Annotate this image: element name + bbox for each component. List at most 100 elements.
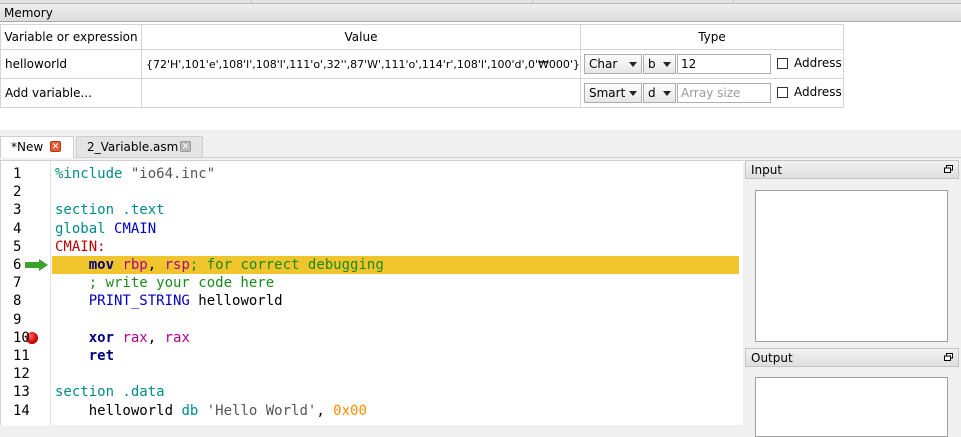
code-token: rax xyxy=(164,329,190,346)
code-line[interactable]: 4 global CMAIN xyxy=(1,220,742,238)
code-token: %include xyxy=(55,166,131,182)
variable-name-cell[interactable]: helloworld xyxy=(0,49,142,79)
code-line[interactable]: 6 mov rbp, rsp; for correct debugging xyxy=(1,256,742,274)
restore-window-icon[interactable] xyxy=(944,353,953,361)
memory-title-text: Memory xyxy=(4,6,53,20)
line-number: 9 xyxy=(13,311,22,328)
input-panel-title-text: Input xyxy=(751,163,783,177)
code-token: CMAIN xyxy=(114,220,157,237)
array-size-field[interactable] xyxy=(677,83,771,103)
code-token: rax xyxy=(122,329,148,346)
code-line[interactable]: 7 ; write your code here xyxy=(1,274,742,292)
code-editor[interactable]: 1 %include "io64.inc" 2 3 section .text 4 glob… xyxy=(0,160,743,426)
chevron-down-icon xyxy=(629,91,637,96)
code-token: 'Hello World' xyxy=(206,402,317,419)
code-token: CMAIN: xyxy=(55,238,106,255)
format-dropdown[interactable]: d xyxy=(643,83,676,103)
variable-value-cell: {72'H',101'e',108'l',108'l',111'o',32'',… xyxy=(141,49,581,79)
address-checkbox[interactable] xyxy=(777,87,788,98)
debug-arrow-icon xyxy=(25,259,48,271)
code-line[interactable]: 10 xor rax, rax xyxy=(1,329,742,347)
type-dropdown[interactable]: Char xyxy=(584,54,642,74)
line-number: 3 xyxy=(13,202,22,219)
code-text: mov rbp, rsp; for correct debugging xyxy=(55,257,384,273)
code-token: section .text xyxy=(55,202,165,219)
code-token: ret xyxy=(88,348,115,364)
memory-table-header: Variable or expression Value Type xyxy=(0,24,844,50)
code-text: ; write your code here xyxy=(55,275,274,291)
tab-new[interactable]: *New ✕ xyxy=(0,136,74,158)
tab-2-variable-asm[interactable]: 2_Variable.asm ✕ xyxy=(76,136,203,158)
code-token: ; write your code here xyxy=(88,275,275,292)
code-line[interactable]: 5 CMAIN: xyxy=(1,238,742,256)
code-line[interactable]: 1 %include "io64.inc" xyxy=(1,165,742,183)
restore-window-icon[interactable] xyxy=(944,165,953,173)
code-token: db xyxy=(181,402,207,419)
add-variable-cell[interactable]: Add variable... xyxy=(0,78,142,108)
chevron-down-icon xyxy=(629,62,637,67)
chevron-down-icon xyxy=(663,91,671,96)
type-dropdown[interactable]: Smart xyxy=(584,83,642,103)
format-dropdown[interactable]: b xyxy=(643,54,676,74)
code-token: , xyxy=(147,257,165,273)
variable-type-cell: Smart d Address xyxy=(580,78,844,108)
code-line[interactable]: 8 PRINT_STRING helloworld xyxy=(1,292,742,310)
close-icon[interactable]: ✕ xyxy=(180,141,191,152)
input-textarea[interactable] xyxy=(755,190,948,342)
header-value: Value xyxy=(141,24,581,50)
array-size-field[interactable] xyxy=(677,54,771,74)
code-line[interactable]: 3 section .text xyxy=(1,201,742,219)
variable-value-text: {72'H',101'e',108'l',108'l',111'o',32'',… xyxy=(146,57,580,71)
line-number: 8 xyxy=(13,293,22,310)
editor-tab-bar: *New ✕ 2_Variable.asm ✕ xyxy=(0,134,961,158)
line-number: 6 xyxy=(13,257,22,273)
format-dropdown-value: d xyxy=(648,86,656,100)
memory-panel: Variable or expression Value Type hellow… xyxy=(0,22,961,130)
line-number: 11 xyxy=(13,348,30,364)
code-token: section .data xyxy=(55,384,165,401)
type-dropdown-value: Char xyxy=(589,57,618,71)
code-token: mov xyxy=(88,257,123,273)
array-size-input[interactable] xyxy=(678,85,767,101)
array-size-input[interactable] xyxy=(678,56,767,72)
output-panel: Output xyxy=(745,348,959,437)
code-line[interactable]: 11 ret xyxy=(1,347,742,365)
code-token: "io64.inc" xyxy=(130,166,216,182)
code-text: section .text xyxy=(55,202,165,218)
output-textarea xyxy=(755,377,948,437)
code-line[interactable]: 2 xyxy=(1,183,742,201)
code-token: helloworld xyxy=(88,402,182,419)
address-checkbox[interactable] xyxy=(777,58,788,69)
header-type: Type xyxy=(580,24,844,50)
code-text: PRINT_STRING helloworld xyxy=(55,293,283,309)
type-controls: Smart d Address xyxy=(581,79,843,107)
code-token: global xyxy=(55,220,115,237)
code-text: ret xyxy=(55,348,114,364)
code-token: ; for correct debugging xyxy=(189,257,384,273)
output-panel-title-text: Output xyxy=(751,351,793,365)
type-controls: Char b Address xyxy=(581,50,843,78)
code-line[interactable]: 13 section .data xyxy=(1,383,742,401)
code-line[interactable]: 9 xyxy=(1,311,742,329)
memory-table: Variable or expression Value Type hellow… xyxy=(0,24,844,108)
line-number: 5 xyxy=(13,238,22,255)
memory-row: Add variable... Smart d Add xyxy=(0,78,844,108)
code-line[interactable]: 12 xyxy=(1,365,742,383)
close-icon[interactable]: ✕ xyxy=(50,141,61,152)
code-token: rbp xyxy=(122,257,148,273)
code-line[interactable]: 14 helloworld db 'Hello World', 0x00 xyxy=(1,402,742,420)
line-number: 14 xyxy=(13,402,30,419)
tab-label: *New xyxy=(11,140,44,154)
code-token: helloworld xyxy=(198,293,283,310)
code-token: , xyxy=(147,329,165,346)
type-dropdown-value: Smart xyxy=(589,86,626,100)
variable-type-cell: Char b Address xyxy=(580,49,844,79)
line-number: 4 xyxy=(13,220,22,237)
line-number: 2 xyxy=(13,184,22,201)
